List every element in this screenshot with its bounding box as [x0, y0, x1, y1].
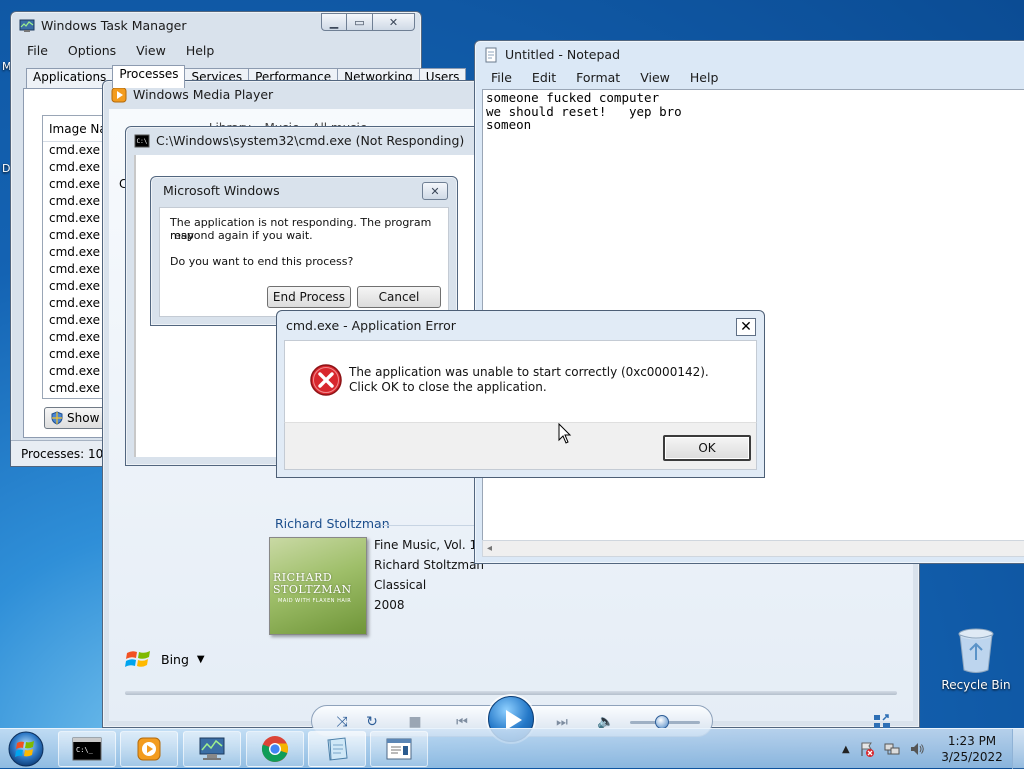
menu-edit[interactable]: Edit	[530, 70, 558, 85]
application-error-title: cmd.exe - Application Error	[286, 318, 456, 333]
dialog-message-line: respond again if you wait.	[170, 229, 313, 242]
chrome-icon	[261, 736, 288, 762]
taskbar-cmd[interactable]: C:\_	[58, 731, 116, 767]
volume-icon[interactable]	[909, 741, 925, 757]
album-art[interactable]: RICHARD STOLTZMAN MAID WITH FLAXEN HAIR	[269, 537, 367, 635]
album-genre[interactable]: Classical	[374, 578, 426, 592]
recycle-bin-label: Recycle Bin	[941, 678, 1011, 692]
menu-file[interactable]: File	[489, 70, 514, 85]
maximize-button[interactable]: ▭	[347, 13, 373, 31]
menu-help[interactable]: Help	[688, 70, 721, 85]
task-manager-icon	[199, 737, 225, 760]
taskbar-task-manager[interactable]	[183, 731, 241, 767]
bing-label: Bing	[161, 651, 189, 667]
task-manager-menubar: File Options View Help	[25, 43, 216, 58]
cancel-button[interactable]: Cancel	[357, 286, 441, 308]
artist-divider	[381, 525, 479, 526]
menu-view[interactable]: View	[134, 43, 168, 58]
tab-applications[interactable]: Applications	[26, 68, 114, 88]
menu-help[interactable]: Help	[184, 43, 217, 58]
notepad-content: someone fucked computer we should reset!…	[486, 90, 682, 132]
not-responding-dialog-title: Microsoft Windows	[163, 183, 280, 198]
taskbar-dialog[interactable]	[370, 731, 428, 767]
cmd-title: C:\Windows\system32\cmd.exe (Not Respond…	[156, 133, 465, 148]
menu-view[interactable]: View	[638, 70, 672, 85]
album-artist[interactable]: Richard Stoltzman	[374, 558, 484, 572]
not-responding-dialog[interactable]: Microsoft Windows ✕ The application is n…	[150, 176, 458, 326]
notepad-title: Untitled - Notepad	[505, 47, 621, 62]
application-error-dialog[interactable]: cmd.exe - Application Error ✕ The applic…	[276, 310, 765, 478]
close-button[interactable]: ✕	[736, 318, 756, 336]
close-icon: ✕	[430, 184, 440, 198]
close-button[interactable]: ✕	[422, 182, 448, 200]
not-responding-dialog-body: The application is not responding. The p…	[159, 207, 449, 317]
tab-processes[interactable]: Processes	[112, 65, 186, 88]
volume-knob[interactable]	[654, 715, 669, 729]
taskbar-chrome[interactable]	[246, 731, 304, 767]
scroll-left-icon[interactable]: ◂	[487, 541, 492, 556]
application-window-icon	[386, 738, 412, 760]
window-controls: ▁ ▭ ✕	[321, 13, 415, 31]
start-button[interactable]	[4, 730, 48, 768]
svg-text:C:\_: C:\_	[76, 746, 94, 754]
show-hidden-icons-icon[interactable]: ▲	[842, 744, 850, 755]
media-player-icon	[137, 737, 161, 761]
clock[interactable]: 1:23 PM 3/25/2022	[940, 733, 1004, 765]
taskbar-media-player[interactable]	[120, 731, 178, 767]
recycle-bin-icon	[958, 628, 994, 673]
taskbar: C:\_ ▲ 1:23 PM 3/25/2022	[0, 728, 1024, 769]
action-center-flag-icon[interactable]	[859, 741, 875, 757]
album-art-subtitle: MAID WITH FLAXEN HAIR	[278, 598, 352, 604]
cmd-icon: C:\_	[72, 737, 102, 761]
application-error-message-area: The application was unable to start corr…	[284, 340, 757, 422]
album-art-name: RICHARD STOLTZMAN	[273, 571, 352, 596]
album-year[interactable]: 2008	[374, 598, 405, 612]
notepad-window[interactable]: Untitled - Notepad File Edit Format View…	[474, 40, 1024, 564]
recycle-bin[interactable]: Recycle Bin	[938, 628, 1014, 692]
error-icon	[310, 364, 342, 396]
artist-group-header[interactable]: Richard Stoltzman	[275, 516, 390, 531]
close-icon: ✕	[740, 319, 752, 335]
album-title[interactable]: Fine Music, Vol. 1	[374, 538, 477, 552]
menu-file[interactable]: File	[25, 43, 50, 58]
bing-search[interactable]: Bing ▼	[125, 647, 205, 671]
dialog-question: Do you want to end this process?	[170, 255, 354, 268]
notepad-icon	[327, 737, 348, 761]
close-button[interactable]: ✕	[373, 13, 415, 31]
minimize-icon: ▁	[329, 15, 339, 29]
end-process-button[interactable]: End Process	[267, 286, 351, 308]
minimize-button[interactable]: ▁	[321, 13, 347, 31]
taskbar-notepad[interactable]	[308, 731, 366, 767]
application-error-button-area: OK	[284, 422, 757, 470]
show-desktop-button[interactable]	[1012, 729, 1024, 769]
network-icon[interactable]	[884, 741, 900, 757]
windows-flag-icon	[125, 651, 150, 667]
ok-button[interactable]: OK	[663, 435, 751, 461]
mouse-cursor-icon	[558, 423, 572, 444]
seek-bar[interactable]	[125, 691, 897, 695]
maximize-icon: ▭	[354, 15, 365, 29]
system-tray: ▲	[842, 729, 925, 769]
menu-format[interactable]: Format	[574, 70, 622, 85]
horizontal-scrollbar[interactable]: ◂	[482, 540, 1024, 557]
close-icon: ✕	[388, 15, 399, 29]
chevron-down-icon[interactable]: ▼	[197, 654, 205, 665]
clock-time: 1:23 PM	[947, 734, 997, 748]
notepad-menubar: File Edit Format View Help	[489, 70, 720, 85]
clock-date: 3/25/2022	[941, 750, 1003, 764]
menu-options[interactable]: Options	[66, 43, 118, 58]
application-error-message: The application was unable to start corr…	[349, 365, 709, 394]
shield-icon	[51, 411, 63, 425]
dialog-controls: ✕	[422, 182, 448, 200]
